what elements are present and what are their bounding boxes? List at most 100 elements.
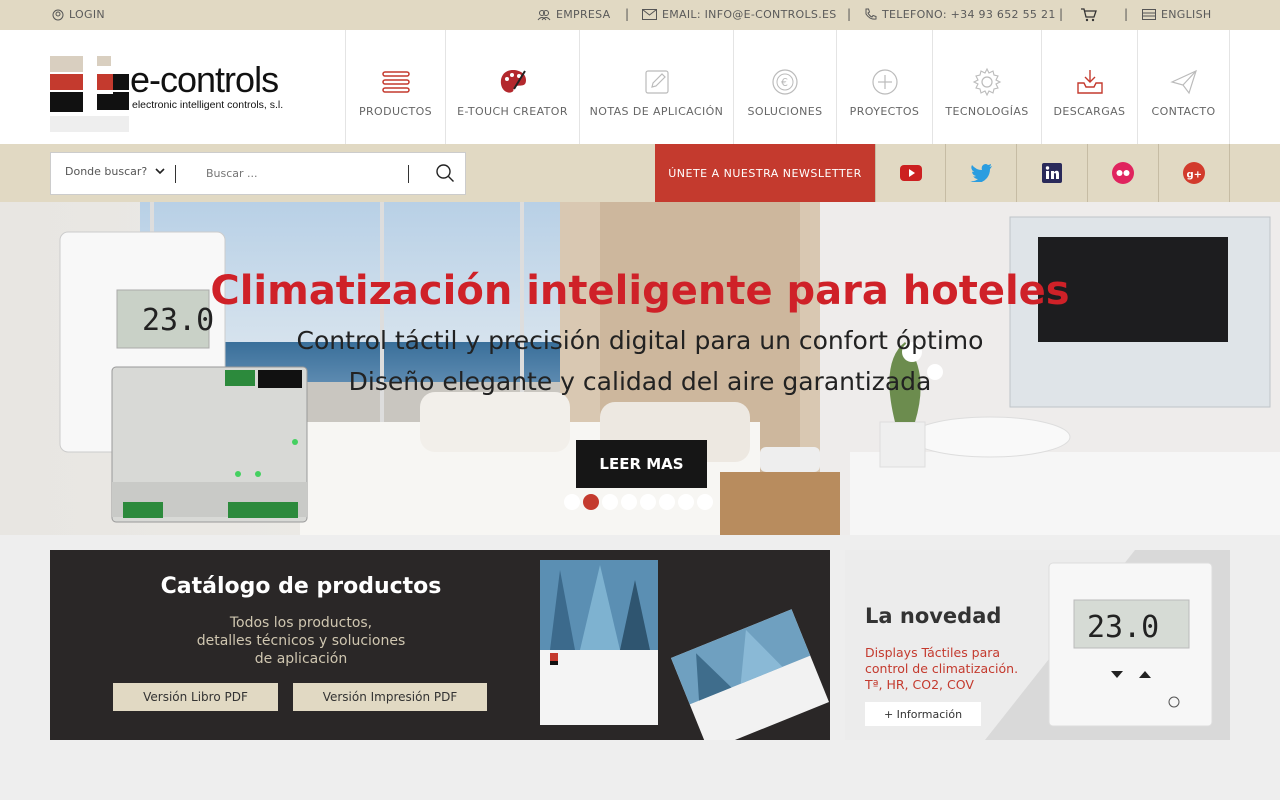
linkedin-link[interactable] [1017, 144, 1088, 202]
people-icon [537, 9, 551, 20]
logo-brand-text: e-controls [130, 59, 278, 100]
phone-link[interactable]: TELEFONO: +34 93 652 55 21 [864, 8, 1056, 21]
twitter-link[interactable] [946, 144, 1017, 202]
nav-label: PROYECTOS [849, 105, 920, 118]
google-plus-link[interactable]: g+ [1159, 144, 1230, 202]
logo-tagline-text: electronic intelligent controls, s.l. [132, 99, 283, 111]
palette-icon [500, 70, 526, 93]
novedad-panel: 23.0 La novedad Displays Táctiles para c… [845, 550, 1230, 740]
gear-icon [972, 67, 1002, 97]
divider [408, 165, 409, 183]
nav-contacto[interactable]: CONTACTO [1138, 30, 1230, 144]
slider-dot-6[interactable] [659, 494, 675, 510]
version-impresion-pdf-button[interactable]: Versión Impresión PDF [293, 683, 487, 711]
divider: | [625, 7, 630, 21]
slider-dot-4[interactable] [621, 494, 637, 510]
linkedin-icon [1042, 163, 1062, 183]
paper-plane-icon [1169, 69, 1197, 95]
svg-text:€: € [781, 76, 788, 89]
hero-subtitle-1: Control táctil y precisión digital para … [296, 326, 984, 355]
chevron-down-icon [155, 168, 165, 175]
divider: | [1124, 7, 1129, 21]
cart-icon [1081, 8, 1097, 22]
leer-mas-button[interactable]: LEER MAS [576, 440, 707, 488]
email-link[interactable]: EMAIL: INFO@E-CONTROLS.ES [642, 8, 837, 21]
menu-lines-icon [381, 71, 410, 93]
nav-label: NOTAS DE APLICACIÓN [589, 105, 724, 118]
nav-label: PRODUCTOS [358, 105, 433, 118]
hero-slider: 23.0 Climatización inteligente para hote… [0, 202, 1280, 535]
novedad-device-temp: 23.0 [1087, 610, 1159, 645]
email-label: EMAIL: INFO@E-CONTROLS.ES [662, 8, 837, 21]
empresa-label: EMPRESA [556, 8, 611, 21]
slider-dot-8[interactable] [697, 494, 713, 510]
mas-informacion-button[interactable]: + Información [865, 702, 981, 726]
twitter-icon [970, 164, 992, 182]
nav-proyectos[interactable]: PROYECTOS [837, 30, 933, 144]
login-link[interactable]: LOGIN [52, 8, 105, 21]
phone-icon [865, 8, 877, 20]
nav-descargas[interactable]: DESCARGAS [1042, 30, 1138, 144]
nav-etouch-creator[interactable]: E-TOUCH CREATOR [446, 30, 580, 144]
phone-label: TELEFONO: +34 93 652 55 21 [882, 8, 1056, 21]
hero-title: Climatización inteligente para hoteles [210, 268, 1070, 314]
logo[interactable]: e-controls electronic intelligent contro… [50, 56, 320, 136]
novedad-desc-line: Displays Táctiles para [865, 645, 1001, 660]
search-scope-value: Donde buscar? [65, 165, 148, 178]
cart-link[interactable] [1081, 8, 1097, 22]
flag-icon [1142, 9, 1156, 20]
slider-dots [564, 494, 713, 510]
search-input[interactable] [206, 163, 406, 183]
flickr-icon [1112, 162, 1134, 184]
catalog-desc-line: Todos los productos, [229, 615, 373, 631]
divider [175, 165, 176, 183]
nav-label: SOLUCIONES [747, 105, 823, 118]
nav-label: CONTACTO [1151, 105, 1216, 118]
youtube-icon [899, 165, 922, 181]
newsletter-button[interactable]: ÚNETE A NUESTRA NEWSLETTER [655, 144, 875, 202]
slider-dot-7[interactable] [678, 494, 694, 510]
search-bar: Donde buscar? ÚNETE A NUESTRA NEWSLETTER… [0, 144, 1280, 202]
svg-text:g+: g+ [1187, 170, 1203, 181]
search-box: Donde buscar? [50, 152, 466, 195]
slider-dot-1[interactable] [564, 494, 580, 510]
nav-label: E-TOUCH CREATOR [457, 105, 568, 118]
search-scope-select[interactable]: Donde buscar? [65, 165, 165, 178]
nav-notas-aplicacion[interactable]: NOTAS DE APLICACIÓN [580, 30, 734, 144]
nav-label: DESCARGAS [1053, 105, 1126, 118]
logo-mark: e-controls electronic intelligent contro… [50, 56, 283, 132]
envelope-icon [642, 9, 657, 20]
slider-dot-5[interactable] [640, 494, 656, 510]
top-bar: LOGIN EMPRESA | EMAIL: INFO@E-CONTROLS.E… [0, 0, 1280, 30]
novedad-desc-line: control de climatización. [865, 661, 1019, 676]
nav-label: TECNOLOGÍAS [945, 105, 1029, 118]
novedad-title: La novedad [865, 604, 1002, 628]
nav-soluciones[interactable]: € SOLUCIONES [734, 30, 837, 144]
download-tray-icon [1076, 70, 1103, 94]
divider: | [847, 7, 852, 21]
language-label: ENGLISH [1161, 8, 1212, 21]
hero-subtitle-2: Diseño elegante y calidad del aire garan… [348, 367, 932, 396]
version-libro-pdf-button[interactable]: Versión Libro PDF [113, 683, 278, 711]
user-circle-icon [52, 9, 64, 20]
catalog-desc-line: de aplicación [254, 651, 348, 667]
search-icon[interactable] [435, 163, 455, 183]
catalog-panel: Catálogo de productos Todos los producto… [50, 550, 830, 740]
novedad-description: Displays Táctiles para control de climat… [865, 645, 1055, 693]
catalog-title: Catálogo de productos [160, 574, 442, 599]
divider: | [1059, 7, 1064, 21]
empresa-link[interactable]: EMPRESA [537, 8, 610, 21]
catalog-description: Todos los productos, detalles técnicos y… [50, 614, 552, 668]
slider-dot-3[interactable] [602, 494, 618, 510]
page-footer-area [0, 760, 1280, 800]
flickr-link[interactable] [1088, 144, 1159, 202]
language-link[interactable]: ENGLISH [1142, 8, 1211, 21]
nav-productos[interactable]: PRODUCTOS [345, 30, 446, 144]
header: e-controls electronic intelligent contro… [0, 30, 1280, 144]
nav-tecnologias[interactable]: TECNOLOGÍAS [933, 30, 1042, 144]
slider-dot-2[interactable] [583, 494, 599, 510]
catalog-brochure-image [540, 560, 829, 740]
login-label: LOGIN [69, 8, 105, 21]
catalog-desc-line: detalles técnicos y soluciones [196, 633, 406, 649]
youtube-link[interactable] [875, 144, 946, 202]
